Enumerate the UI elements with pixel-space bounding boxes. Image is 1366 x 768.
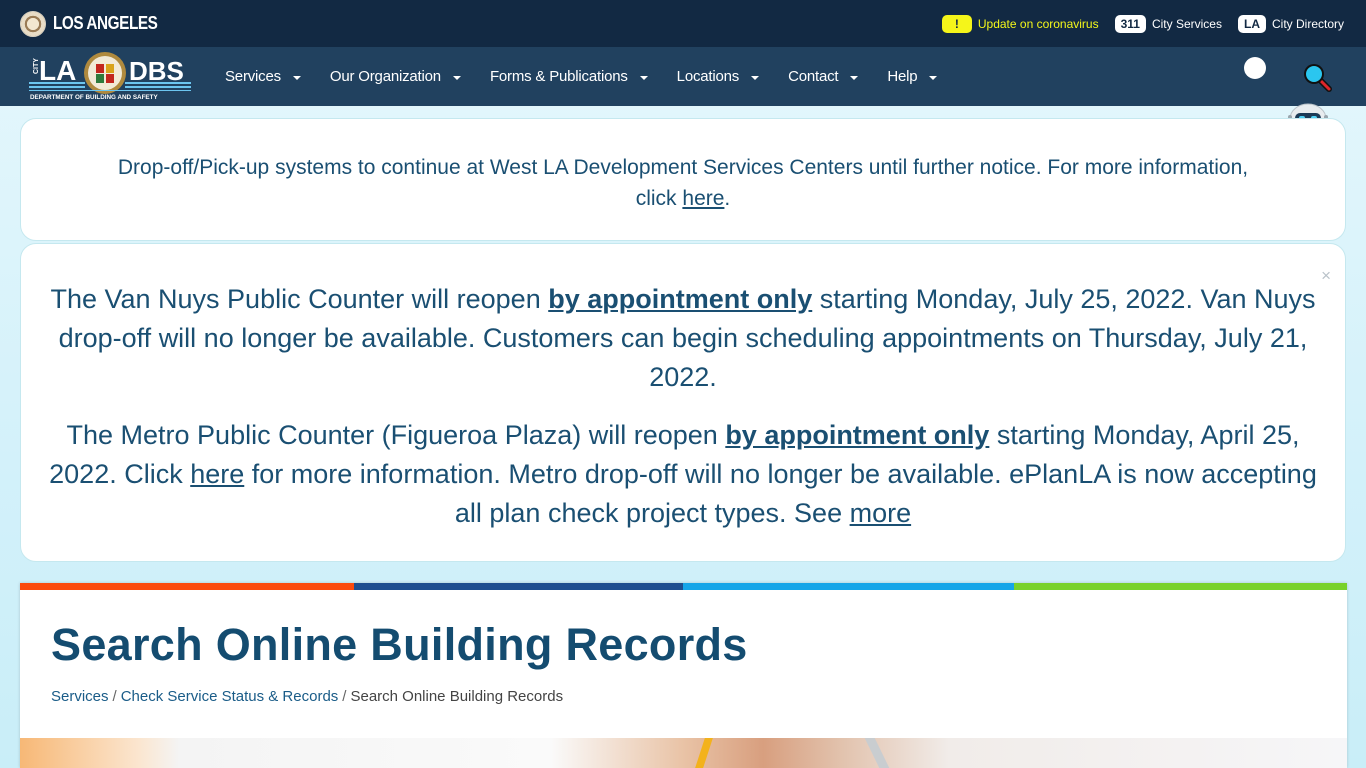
close-icon[interactable]: ×	[1321, 256, 1331, 295]
nav-label: Contact	[788, 68, 839, 85]
metro-here-link[interactable]: here	[190, 459, 244, 489]
caret-down-icon	[929, 75, 938, 80]
svg-text:DEPARTMENT OF BUILDING AND SAF: DEPARTMENT OF BUILDING AND SAFETY	[30, 94, 158, 101]
main-nav: Services Our Organization Forms & Public…	[225, 47, 966, 106]
nav-locations[interactable]: Locations	[676, 68, 760, 85]
breadcrumb-separator: /	[342, 688, 347, 705]
city-services-link[interactable]: 311 City Services	[1114, 14, 1222, 33]
pencil-graphic	[695, 738, 713, 768]
svg-text:DBS: DBS	[129, 56, 184, 86]
westla-here-link[interactable]: here	[682, 187, 724, 210]
alert-text-end: .	[724, 187, 731, 210]
color-stripe-navy	[354, 583, 683, 590]
nav-label: Locations	[676, 68, 740, 85]
breadcrumb-current: Search Online Building Records	[350, 688, 564, 705]
city-directory-label: City Directory	[1271, 16, 1344, 31]
color-stripe-green	[1014, 583, 1347, 590]
alert-icon: !	[941, 14, 972, 33]
breadcrumb-separator: /	[112, 688, 117, 705]
breadcrumb-check-service-status[interactable]: Check Service Status & Records	[121, 688, 339, 705]
metro-notice: The Metro Public Counter (Figueroa Plaza…	[39, 416, 1327, 533]
caret-down-icon	[850, 75, 859, 80]
hero-image	[20, 738, 1347, 768]
city-directory-link[interactable]: LA City Directory	[1237, 14, 1344, 33]
nav-contact[interactable]: Contact	[788, 68, 859, 85]
breadcrumb-services[interactable]: Services	[51, 688, 109, 705]
nav-label: Help	[887, 68, 918, 85]
city-name: LOS ANGELES	[53, 13, 158, 33]
color-stripe-orange	[20, 583, 354, 590]
van-nuys-notice: The Van Nuys Public Counter will reopen …	[39, 280, 1327, 397]
color-stripe-blue	[683, 583, 1014, 590]
caret-down-icon	[292, 75, 301, 80]
metro-appointment-link[interactable]: by appointment only	[725, 420, 989, 450]
nav-forms-publications[interactable]: Forms & Publications	[490, 68, 648, 85]
coronavirus-update-link[interactable]: ! Update on coronavirus	[941, 14, 1099, 33]
alert-card-counters: × The Van Nuys Public Counter will reope…	[20, 243, 1346, 562]
content-panel: Search Online Building Records Services /…	[20, 583, 1347, 768]
svg-text:LA: LA	[39, 55, 76, 86]
top-links: ! Update on coronavirus 311 City Service…	[941, 14, 1344, 33]
city-brand[interactable]: LOS ANGELES	[20, 10, 176, 37]
page-title: Search Online Building Records	[51, 619, 748, 670]
coronavirus-update-label: Update on coronavirus	[977, 16, 1099, 31]
la-badge: LA	[1237, 14, 1266, 33]
top-bar: LOS ANGELES ! Update on coronavirus 311 …	[0, 0, 1366, 47]
nav-services[interactable]: Services	[225, 68, 301, 85]
notice-text: The Metro Public Counter (Figueroa Plaza…	[66, 420, 726, 450]
city-services-label: City Services	[1151, 16, 1222, 31]
nav-label: Forms & Publications	[489, 68, 628, 85]
ladbs-logo[interactable]: CITY LA DBS DEPARTMENT OF BUILDING AND S…	[29, 51, 191, 101]
nav-help[interactable]: Help	[887, 68, 938, 85]
alert-card-westla: Drop-off/Pick-up systems to continue at …	[20, 118, 1346, 241]
breadcrumb: Services / Check Service Status & Records /…	[51, 688, 563, 705]
nav-our-organization[interactable]: Our Organization	[330, 68, 461, 85]
311-badge: 311	[1114, 14, 1146, 33]
caret-down-icon	[452, 75, 461, 80]
van-nuys-appointment-link[interactable]: by appointment only	[548, 284, 812, 314]
pen-graphic	[864, 738, 890, 768]
language-toggle-icon[interactable]	[1244, 57, 1266, 79]
nav-label: Our Organization	[329, 68, 441, 85]
notice-text: The Van Nuys Public Counter will reopen	[50, 284, 549, 314]
notice-text: for more information. Metro drop-off wil…	[244, 459, 1317, 528]
caret-down-icon	[639, 75, 648, 80]
main-navbar: CITY LA DBS DEPARTMENT OF BUILDING AND S…	[0, 47, 1366, 106]
eplanla-more-link[interactable]: more	[850, 498, 912, 528]
city-seal-icon	[20, 10, 46, 37]
search-icon[interactable]	[1301, 61, 1333, 93]
caret-down-icon	[751, 75, 760, 80]
nav-label: Services	[225, 68, 281, 85]
